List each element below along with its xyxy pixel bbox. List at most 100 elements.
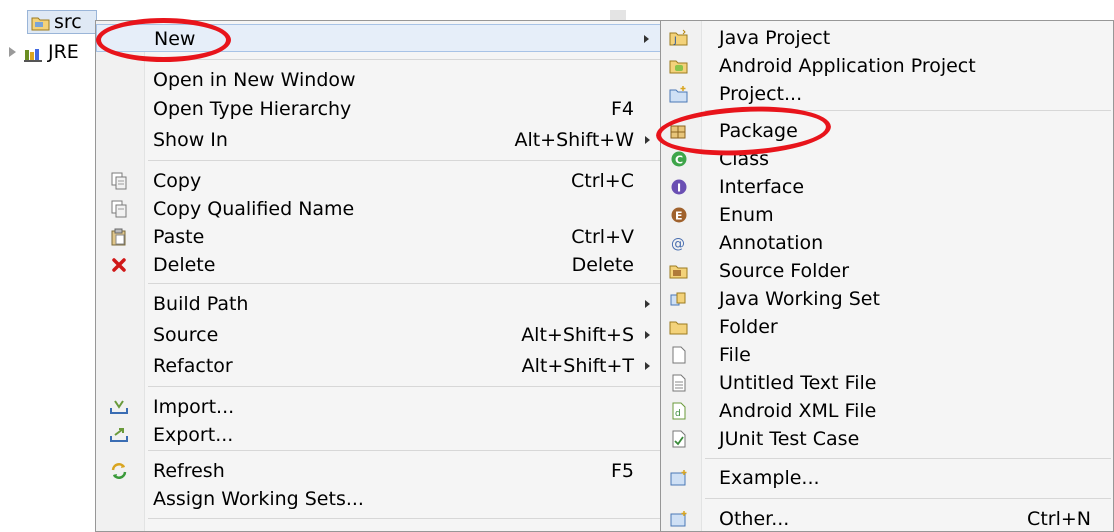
menu-item-open-in-new-window[interactable]: Open in New Window — [96, 66, 664, 94]
src-tree-row[interactable]: src — [31, 10, 82, 34]
menu-item-refresh[interactable]: Refresh F5 — [96, 457, 664, 485]
menu-item-accelerator: F4 — [610, 98, 634, 120]
submenu-arrow-icon — [645, 331, 650, 339]
menu-item-accelerator: Alt+Shift+S — [521, 324, 634, 346]
menu-item-label: Refactor — [153, 355, 233, 377]
export-icon — [108, 425, 130, 445]
menu-separator — [148, 518, 662, 519]
submenu-item-label: Folder — [719, 316, 778, 338]
submenu-item-other[interactable]: Other... Ctrl+N — [661, 505, 1113, 531]
annotation-icon: @ — [668, 233, 690, 253]
submenu-item-label: Example... — [719, 467, 820, 489]
submenu-item-untitled-text-file[interactable]: Untitled Text File — [661, 369, 1113, 397]
svg-text:@: @ — [671, 236, 685, 252]
menu-item-label: Source — [153, 324, 219, 346]
submenu-arrow-icon — [645, 362, 650, 370]
menu-item-label: Open in New Window — [153, 69, 356, 91]
submenu-arrow-icon — [644, 35, 649, 43]
source-folder-icon — [668, 261, 690, 281]
submenu-item-enum[interactable]: E Enum — [661, 201, 1113, 229]
svg-text:I: I — [677, 182, 681, 195]
menu-separator — [705, 498, 1111, 499]
folder-icon — [668, 317, 690, 337]
svg-text:d: d — [675, 409, 681, 419]
menu-item-copy-qualified-name[interactable]: Copy Qualified Name — [96, 195, 664, 223]
example-icon — [668, 468, 690, 488]
submenu-arrow-icon — [645, 136, 650, 144]
submenu-item-label: Source Folder — [719, 260, 850, 282]
submenu-item-java-project[interactable]: J Java Project — [661, 24, 1113, 52]
android-project-icon — [668, 56, 690, 76]
paste-icon — [108, 227, 130, 247]
refresh-icon — [108, 461, 130, 481]
submenu-item-project[interactable]: Project... — [661, 80, 1113, 108]
menu-item-accelerator: Ctrl+V — [571, 226, 634, 248]
menu-separator — [148, 450, 662, 451]
submenu-item-label: File — [719, 344, 751, 366]
menu-item-label: Copy Qualified Name — [153, 198, 355, 220]
submenu-item-java-working-set[interactable]: Java Working Set — [661, 285, 1113, 313]
menu-item-import[interactable]: Import... — [96, 393, 664, 421]
context-menu: New Open in New Window Open Type Hierarchy… — [95, 20, 665, 532]
submenu-item-interface[interactable]: I Interface — [661, 173, 1113, 201]
svg-text:E: E — [675, 210, 683, 223]
expand-arrow-icon[interactable] — [9, 47, 16, 57]
svg-text:J: J — [673, 36, 677, 46]
submenu-item-folder[interactable]: Folder — [661, 313, 1113, 341]
submenu-item-source-folder[interactable]: Source Folder — [661, 257, 1113, 285]
menu-item-label: Import... — [153, 396, 235, 418]
submenu-item-label: Project... — [719, 83, 803, 105]
menu-item-label: Build Path — [153, 293, 249, 315]
delete-icon — [108, 255, 130, 275]
menu-item-accelerator: Ctrl+C — [571, 170, 634, 192]
new-submenu: J Java Project Android Application Project… — [660, 20, 1114, 532]
menu-item-assign-working-sets[interactable]: Assign Working Sets... — [96, 485, 664, 513]
submenu-item-file[interactable]: File — [661, 341, 1113, 369]
menu-item-label: Export... — [153, 424, 234, 446]
library-icon — [24, 45, 44, 62]
working-set-icon — [668, 289, 690, 309]
menu-item-accelerator: Alt+Shift+W — [514, 129, 634, 151]
submenu-item-label: JUnit Test Case — [719, 428, 860, 450]
menu-item-label: Refresh — [153, 460, 225, 482]
submenu-item-annotation[interactable]: @ Annotation — [661, 229, 1113, 257]
menu-item-open-type-hierarchy[interactable]: Open Type Hierarchy F4 — [96, 95, 664, 123]
submenu-item-label: Android Application Project — [719, 55, 976, 77]
submenu-item-label: Android XML File — [719, 400, 877, 422]
menu-separator — [148, 283, 662, 284]
submenu-item-android-application-project[interactable]: Android Application Project — [661, 52, 1113, 80]
menu-item-label: Delete — [153, 254, 216, 276]
enum-icon: E — [668, 205, 690, 225]
other-icon — [668, 509, 690, 529]
menu-item-export[interactable]: Export... — [96, 421, 664, 449]
menu-separator — [148, 386, 662, 387]
submenu-item-example[interactable]: Example... — [661, 464, 1113, 492]
menu-separator — [148, 59, 662, 60]
menu-item-build-path[interactable]: Build Path — [96, 290, 664, 318]
jre-tree-row[interactable]: JRE — [9, 40, 79, 64]
submenu-item-label: Java Working Set — [719, 288, 880, 310]
menu-item-refactor[interactable]: Refactor Alt+Shift+T — [96, 352, 664, 380]
submenu-item-label: Untitled Text File — [719, 372, 877, 394]
submenu-item-accelerator: Ctrl+N — [1027, 508, 1091, 530]
import-icon — [108, 397, 130, 417]
menu-item-show-in[interactable]: Show In Alt+Shift+W — [96, 126, 664, 154]
copy-qualified-icon — [108, 199, 130, 219]
menu-item-delete[interactable]: Delete Delete — [96, 251, 664, 279]
submenu-item-android-xml-file[interactable]: d Android XML File — [661, 397, 1113, 425]
menu-item-paste[interactable]: Paste Ctrl+V — [96, 223, 664, 251]
android-xml-icon: d — [668, 401, 690, 421]
jre-label: JRE — [48, 41, 79, 63]
src-label: src — [54, 11, 82, 33]
menu-item-accelerator: Delete — [571, 254, 634, 276]
submenu-item-label: Enum — [719, 204, 774, 226]
submenu-item-junit-test-case[interactable]: JUnit Test Case — [661, 425, 1113, 453]
menu-item-source[interactable]: Source Alt+Shift+S — [96, 321, 664, 349]
menu-item-accelerator: F5 — [610, 460, 634, 482]
java-project-icon: J — [668, 28, 690, 48]
submenu-item-label: Java Project — [719, 27, 831, 49]
copy-icon — [108, 171, 130, 191]
interface-icon: I — [668, 177, 690, 197]
text-file-icon — [668, 373, 690, 393]
menu-item-copy[interactable]: Copy Ctrl+C — [96, 167, 664, 195]
